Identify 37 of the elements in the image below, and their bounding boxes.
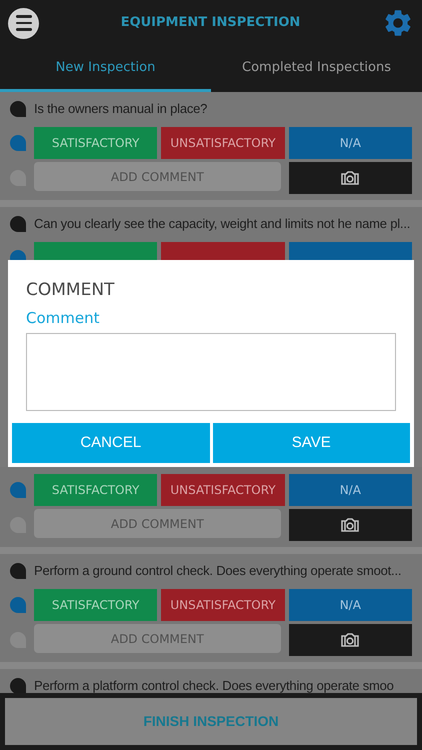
answer-marker-icon [10,135,26,151]
answer-marker-icon [10,597,26,613]
not-applicable-button[interactable]: N/A [288,589,412,621]
tab[interactable]: Completed Inspections [211,46,422,92]
camera-icon [341,517,360,533]
field-label: Comment [25,308,100,328]
save-button[interactable]: SAVE [212,423,410,463]
not-applicable-button[interactable]: N/A [288,127,412,159]
answer-marker-icon [10,482,26,498]
add-comment-field[interactable]: ADD COMMENT [34,624,281,653]
satisfactory-button[interactable]: SATISFACTORY [34,127,158,159]
question-marker-icon [10,216,26,232]
question-marker-icon [10,101,26,117]
unsatisfactory-button[interactable]: UNSATISFACTORY [161,474,285,506]
cancel-button[interactable]: CANCEL [12,423,210,463]
not-applicable-button[interactable]: N/A [288,474,412,506]
unsatisfactory-button[interactable]: UNSATISFACTORY [161,127,285,159]
question-text: Is the owners manual in place? [34,100,208,118]
camera-button[interactable] [288,509,412,541]
dialog-title: COMMENT [25,279,116,302]
camera-icon [341,170,360,186]
satisfactory-button[interactable]: SATISFACTORY [34,474,158,506]
question-text: Perform a platform control check. Does everything operate smoo [34,677,394,693]
add-comment-field[interactable]: ADD COMMENT [34,509,281,538]
add-comment-field[interactable]: ADD COMMENT [34,162,281,191]
camera-button[interactable] [288,162,412,194]
satisfactory-button[interactable]: SATISFACTORY [34,589,158,621]
camera-button[interactable] [288,624,412,656]
comment-field[interactable] [26,333,396,411]
unsatisfactory-button[interactable]: UNSATISFACTORY [161,589,285,621]
menu-icon[interactable] [8,8,39,38]
screen-title: EQUIPMENT INSPECTION [120,14,300,32]
finish-inspection-button[interactable]: FINISH INSPECTION [5,698,417,745]
camera-icon [341,632,360,648]
question-text: Can you clearly see the capacity, weight and limits not he name pl... [34,215,410,234]
question-marker-icon [10,563,26,579]
question-text: Perform a ground control check. Does everything operate smoot... [34,562,402,580]
